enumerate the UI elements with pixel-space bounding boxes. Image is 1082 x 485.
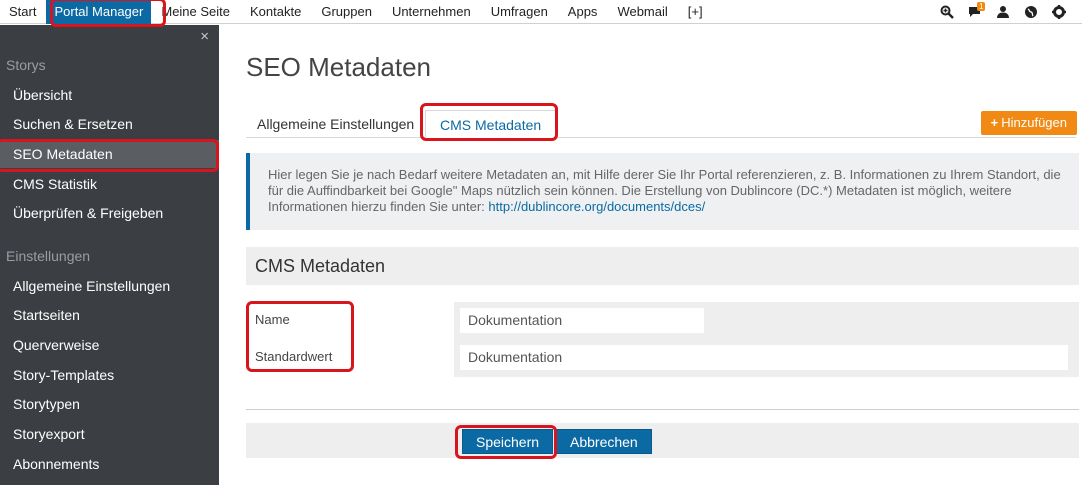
nav-webmail[interactable]: Webmail — [607, 0, 677, 24]
nav-gruppen[interactable]: Gruppen — [311, 0, 382, 24]
sidebar-item-story-templates[interactable]: Story-Templates — [0, 361, 219, 389]
sidebar-item-startseiten[interactable]: Startseiten — [0, 301, 219, 329]
sidebar-item-storyexport[interactable]: Storyexport — [0, 420, 219, 448]
info-box: Hier legen Sie je nach Bedarf weitere Me… — [246, 153, 1079, 230]
add-button[interactable]: + Hinzufügen — [980, 111, 1077, 135]
default-value-field[interactable] — [460, 345, 1068, 370]
tab-bar: Allgemeine Einstellungen CMS Metadaten — [246, 110, 1076, 138]
default-value-label: Standardwert — [255, 349, 333, 364]
sidebar-item-allgemeine-einstellungen[interactable]: Allgemeine Einstellungen — [0, 272, 219, 300]
name-field[interactable] — [460, 308, 704, 333]
cancel-button[interactable]: Abbrechen — [556, 429, 652, 454]
sidebar-item-uebersicht[interactable]: Übersicht — [0, 81, 219, 109]
sidebar: × Storys Übersicht Suchen & Ersetzen SEO… — [0, 25, 219, 485]
page-title: SEO Metadaten — [246, 52, 431, 82]
name-label: Name — [255, 312, 290, 327]
sidebar-section-einstellungen: Einstellungen — [6, 248, 91, 264]
sidebar-item-ueberpruefen-freigeben[interactable]: Überprüfen & Freigeben — [0, 199, 219, 227]
search-icon[interactable] — [940, 5, 954, 19]
globe-icon[interactable] — [1024, 5, 1038, 19]
tab-cms-metadaten[interactable]: CMS Metadaten — [425, 110, 557, 138]
divider — [246, 409, 1079, 410]
plus-icon: + — [990, 115, 999, 130]
nav-umfragen[interactable]: Umfragen — [481, 0, 558, 24]
sidebar-item-suchen-ersetzen[interactable]: Suchen & Ersetzen — [0, 110, 219, 138]
tab-allgemeine-einstellungen[interactable]: Allgemeine Einstellungen — [257, 110, 414, 138]
nav-more[interactable]: [+] — [678, 0, 713, 24]
notification-badge: 1 — [977, 2, 986, 11]
nav-portal-manager[interactable]: Portal Manager — [46, 0, 152, 24]
sidebar-item-seo-metadaten[interactable]: SEO Metadaten — [0, 140, 219, 168]
chat-icon[interactable]: 1 — [968, 2, 986, 19]
nav-start[interactable]: Start — [0, 0, 46, 24]
user-icon[interactable] — [996, 5, 1010, 19]
sidebar-item-abonnements[interactable]: Abonnements — [0, 450, 219, 478]
form-actions: Speichern Abbrechen — [246, 423, 1079, 458]
form-fields — [454, 302, 1079, 377]
sidebar-item-cms-statistik[interactable]: CMS Statistik — [0, 170, 219, 198]
dublincore-link[interactable]: http://dublincore.org/documents/dces/ — [488, 199, 705, 214]
nav-meine-seite[interactable]: Meine Seite — [151, 0, 240, 24]
main-content: SEO Metadaten Allgemeine Einstellungen C… — [219, 25, 1082, 485]
nav-kontakte[interactable]: Kontakte — [240, 0, 311, 24]
top-icons: 1 — [940, 0, 1066, 24]
nav-apps[interactable]: Apps — [558, 0, 608, 24]
sidebar-section-storys: Storys — [6, 57, 46, 73]
main-menu: Start Portal Manager Meine Seite Kontakt… — [0, 0, 713, 24]
close-icon[interactable]: × — [200, 28, 209, 45]
section-title: CMS Metadaten — [246, 247, 1079, 285]
nav-unternehmen[interactable]: Unternehmen — [382, 0, 481, 24]
sidebar-item-storytypen[interactable]: Storytypen — [0, 390, 219, 418]
add-button-label: Hinzufügen — [1001, 115, 1067, 130]
top-navigation-bar: Start Portal Manager Meine Seite Kontakt… — [0, 0, 1082, 24]
sidebar-item-querverweise[interactable]: Querverweise — [0, 331, 219, 359]
settings-icon[interactable] — [1052, 5, 1066, 19]
save-button[interactable]: Speichern — [462, 429, 554, 454]
